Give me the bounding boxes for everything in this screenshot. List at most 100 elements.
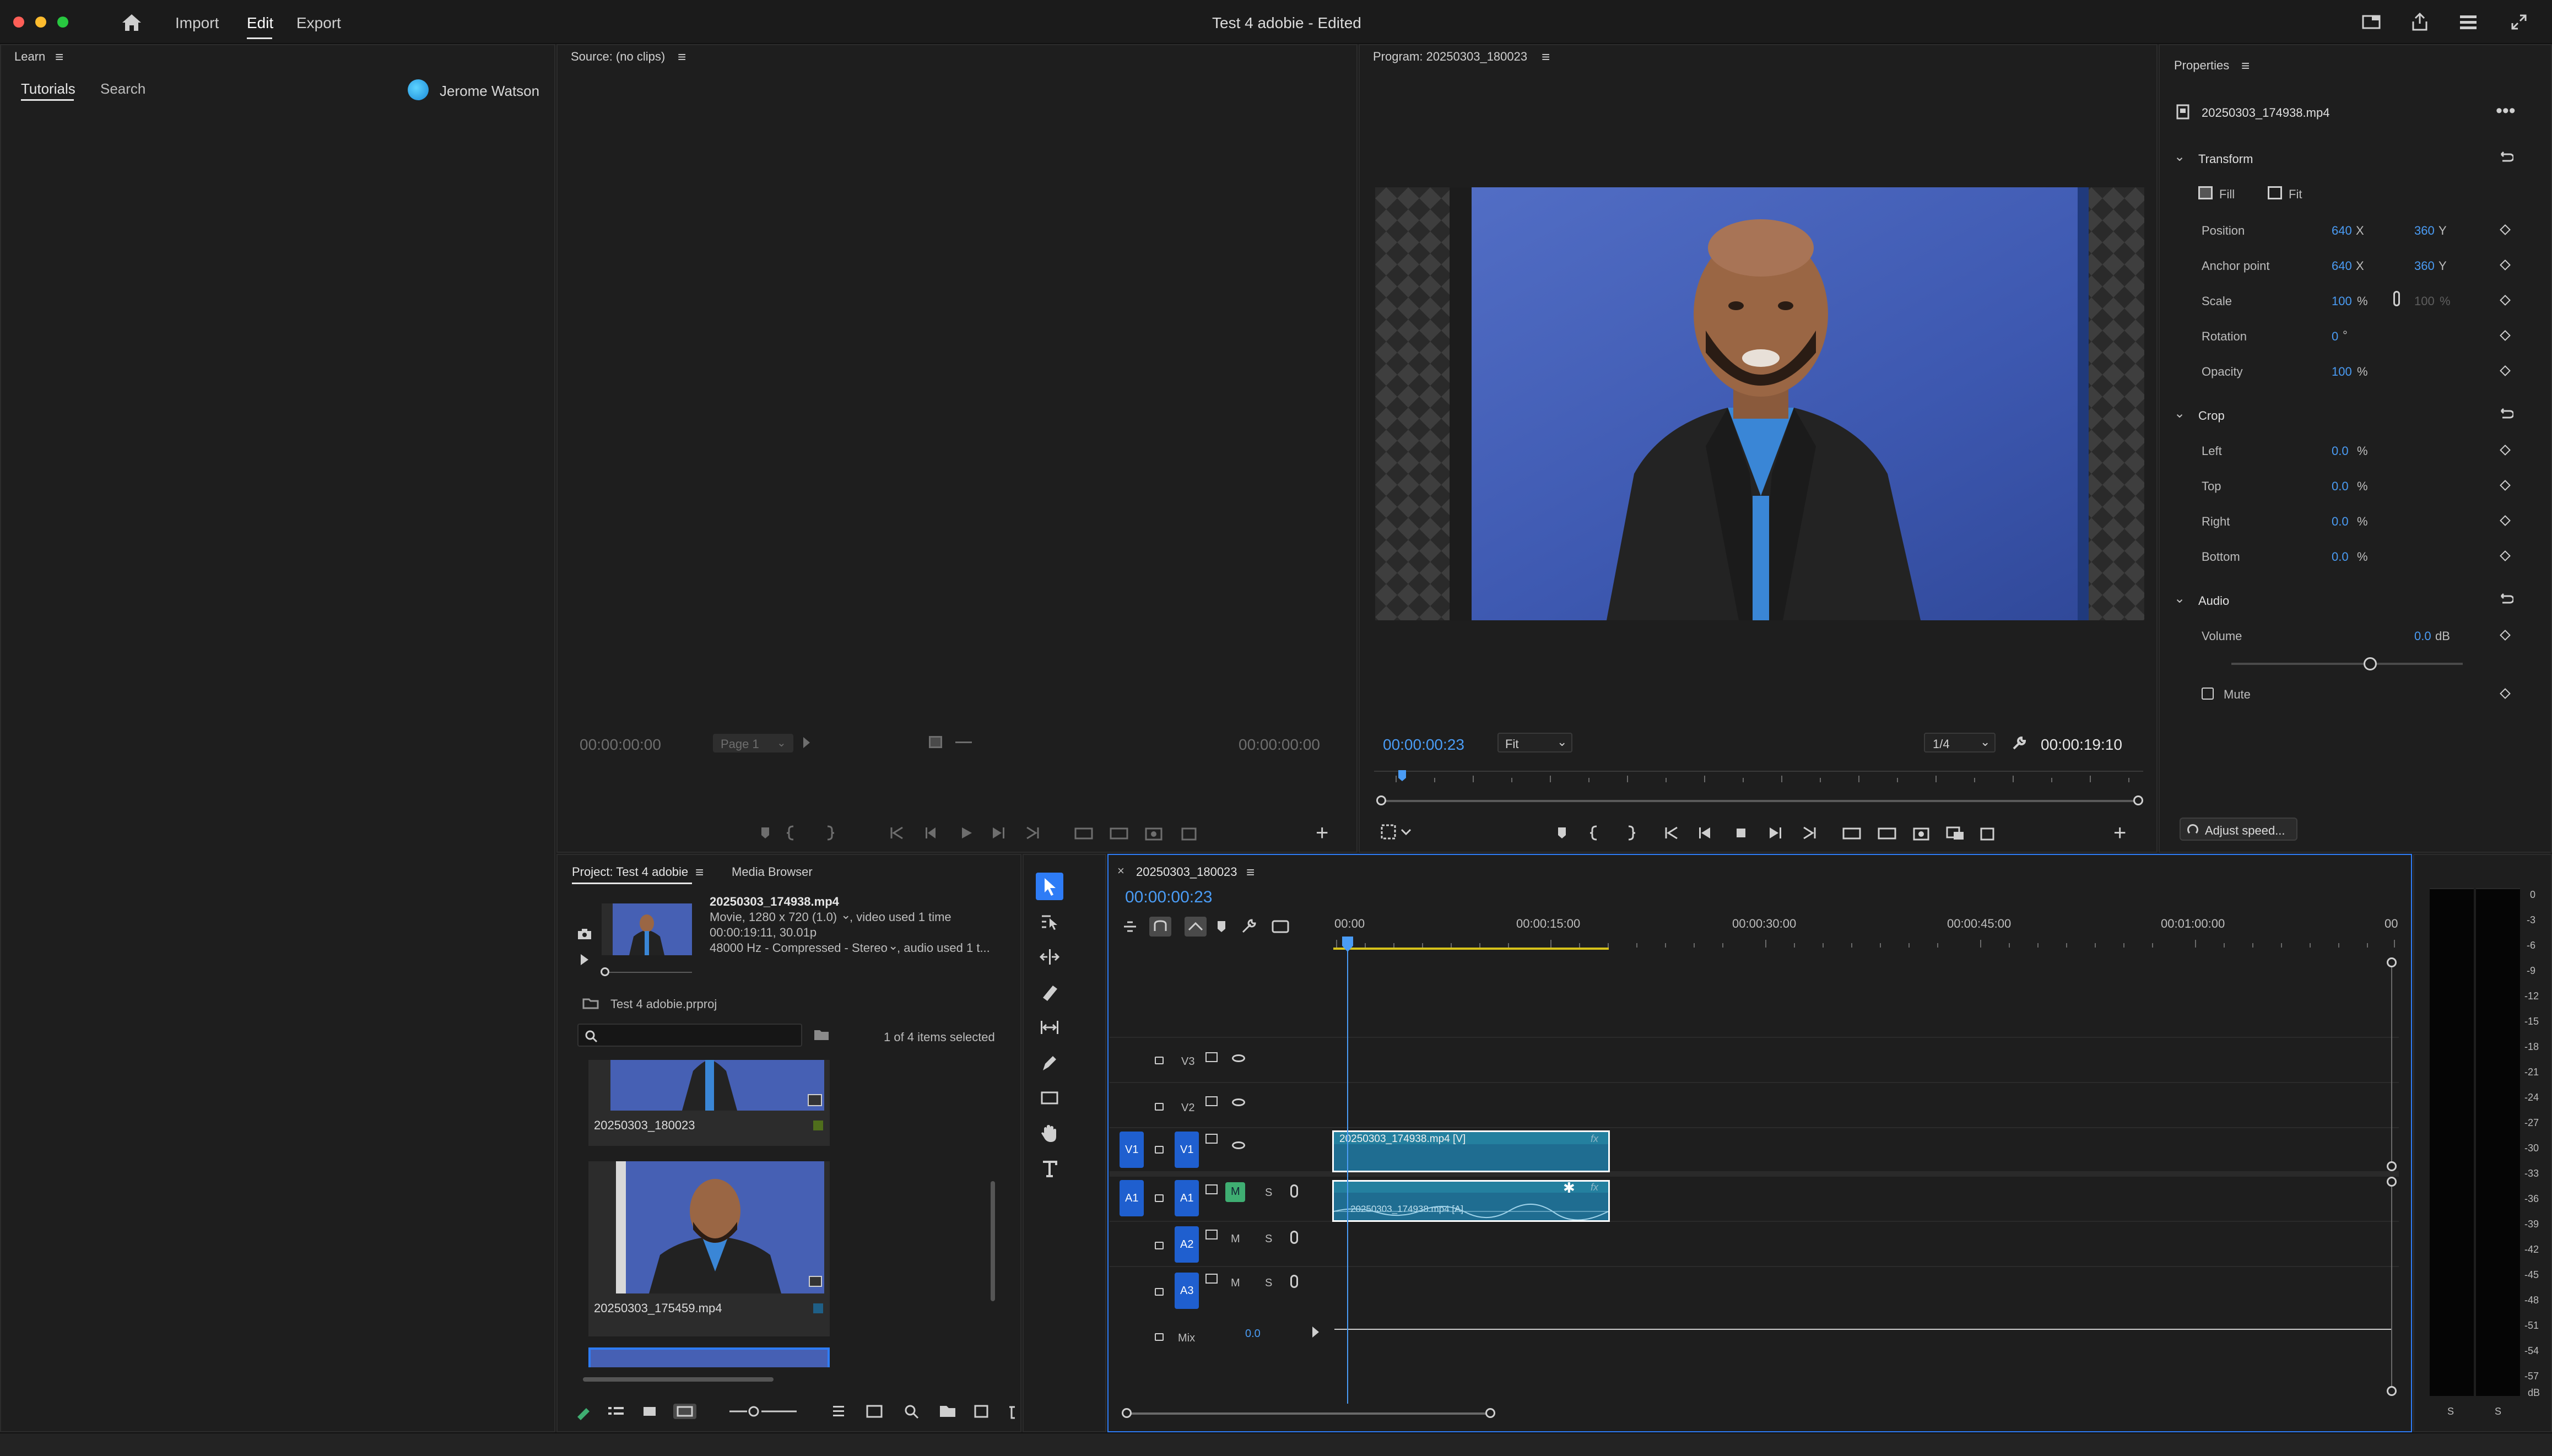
project-item[interactable]: 20250303_175459.mp4 [588,1161,830,1336]
timeline-timecode[interactable]: 00:00:00:23 [1125,888,1212,907]
video-clip[interactable]: 20250303_174938.mp4 [V] fx [1332,1130,1610,1172]
mute-keyframe-icon[interactable] [2500,688,2511,699]
lock-icon[interactable] [1155,1288,1164,1296]
program-mini-ruler[interactable] [1374,766,2143,788]
crop-bottom-keyframe-icon[interactable] [2500,550,2511,561]
microphone-icon[interactable] [1290,1275,1298,1288]
mix-value[interactable]: 0.0 [1245,1328,1261,1340]
share-icon[interactable] [2409,11,2431,33]
new-search-bin-icon[interactable] [812,1027,831,1042]
lock-icon[interactable] [1155,1146,1164,1154]
mute-track-label[interactable]: M [1231,1277,1240,1290]
opacity-keyframe-icon[interactable] [2500,365,2511,376]
lock-icon[interactable] [1155,1103,1164,1111]
source-panel-menu-icon[interactable] [678,48,686,66]
project-search-box[interactable] [577,1024,802,1047]
learn-panel-title[interactable]: Learn [14,50,45,64]
position-x-value[interactable]: 640 [2332,224,2352,238]
zoom-handle-right[interactable] [1485,1408,1495,1418]
audio-reset-icon[interactable] [2498,592,2515,608]
scroll-handle[interactable] [2387,1177,2397,1187]
crop-reset-icon[interactable] [2498,407,2515,423]
volume-keyframe-icon[interactable] [2500,630,2511,641]
type-tool[interactable] [1036,1155,1063,1182]
crop-bottom-value[interactable]: 0.0 [2332,550,2349,564]
timeline-zoom-bar[interactable] [1127,1412,1491,1415]
adjust-speed-button[interactable]: Adjust speed... [2180,818,2297,841]
source-panel-title[interactable]: Source: (no clips) [571,50,665,64]
crop-top-keyframe-icon[interactable] [2500,480,2511,491]
sync-lock-icon[interactable] [1205,1230,1218,1240]
preview-scrub-bar[interactable] [602,972,692,973]
project-toolbar-icons[interactable] [574,1400,1021,1422]
fullscreen-icon[interactable] [2508,11,2530,33]
home-icon[interactable] [119,11,144,34]
crop-section-label[interactable]: Crop [2198,409,2225,423]
solo-track-label[interactable]: S [1265,1277,1272,1290]
crop-left-value[interactable]: 0.0 [2332,444,2349,458]
sequence-tab[interactable]: 20250303_180023 [1136,865,1237,879]
timeline-toolbar-icons[interactable] [1121,914,1319,939]
lock-icon[interactable] [1155,1057,1164,1064]
video-tracks-scroll[interactable] [2391,962,2392,1166]
preview-scrub-handle[interactable] [601,967,609,976]
sync-lock-icon[interactable] [1205,1184,1218,1194]
audio-tracks-scroll[interactable] [2391,1181,2392,1390]
scroll-handle[interactable] [2387,1386,2397,1396]
source-timecode-left[interactable]: 00:00:00:00 [580,736,661,754]
mute-checkbox[interactable] [2202,688,2214,700]
menu-import[interactable]: Import [175,14,219,32]
project-search-input[interactable] [603,1027,796,1043]
scale-value[interactable]: 100 [2332,294,2352,308]
poster-frame-camera-icon[interactable] [576,928,593,941]
project-item[interactable]: 20250303_180023 [588,1060,830,1146]
properties-panel-menu-icon[interactable] [2241,57,2250,74]
chevron-down-icon[interactable]: ⌄ [2174,591,2185,607]
sync-lock-icon[interactable] [1205,1096,1218,1106]
program-panel-title[interactable]: Program: 20250303_180023 [1373,50,1527,64]
razor-tool[interactable] [1036,978,1063,1006]
quick-export-icon[interactable] [2360,12,2382,32]
preview-play-icon[interactable] [581,954,588,965]
program-timecode-current[interactable]: 00:00:00:23 [1383,736,1464,754]
close-sequence-icon[interactable]: × [1117,864,1124,878]
menu-export[interactable]: Export [296,14,341,32]
source-add-button[interactable]: + [1316,821,1328,846]
fill-button[interactable]: Fill [2198,184,2248,203]
link-icon[interactable] [2393,291,2400,306]
anchor-y-value[interactable]: 360 [2414,259,2435,273]
opacity-value[interactable]: 100 [2332,365,2352,379]
scroll-handle[interactable] [2387,1161,2397,1171]
properties-panel-title[interactable]: Properties [2174,58,2229,73]
project-item-partial[interactable] [588,1347,830,1367]
close-window-button[interactable] [13,17,24,28]
project-panel-menu-icon[interactable] [695,864,704,881]
avatar[interactable] [408,79,429,100]
sync-lock-icon[interactable] [1205,1052,1218,1062]
go-to-next-icon[interactable] [1312,1327,1319,1338]
project-horizontal-scrollbar[interactable] [583,1377,774,1382]
workspaces-icon[interactable] [2457,12,2479,32]
solo-right-button[interactable]: S [2495,1406,2501,1417]
microphone-icon[interactable] [1290,1231,1298,1244]
tab-media-browser[interactable]: Media Browser [732,865,813,879]
program-settings-icon[interactable] [1380,822,1413,842]
solo-track-label[interactable]: S [1265,1233,1272,1246]
audio-clip[interactable]: 20250303_174938.mp4 [A] fx ✱ [1332,1180,1610,1222]
rectangle-tool[interactable] [1036,1084,1063,1112]
sequence-menu-icon[interactable] [1246,864,1255,881]
zoom-window-button[interactable] [57,17,68,28]
volume-value[interactable]: 0.0 [2414,629,2431,643]
wrench-icon[interactable] [2010,734,2029,753]
source-timecode-right[interactable]: 00:00:00:00 [1239,736,1320,754]
position-y-value[interactable]: 360 [2414,224,2435,238]
minimize-window-button[interactable] [35,17,46,28]
project-scrollbar[interactable] [991,1181,995,1301]
microphone-icon[interactable] [1290,1184,1298,1198]
drag-icon[interactable] [955,741,972,743]
resolution-select[interactable]: 1/4 ⌄ [1924,733,1996,753]
project-preview-thumbnail[interactable] [602,903,692,955]
scrub-end-handle[interactable] [2133,795,2143,805]
anchor-keyframe-icon[interactable] [2500,259,2511,270]
hand-tool[interactable] [1036,1119,1063,1147]
